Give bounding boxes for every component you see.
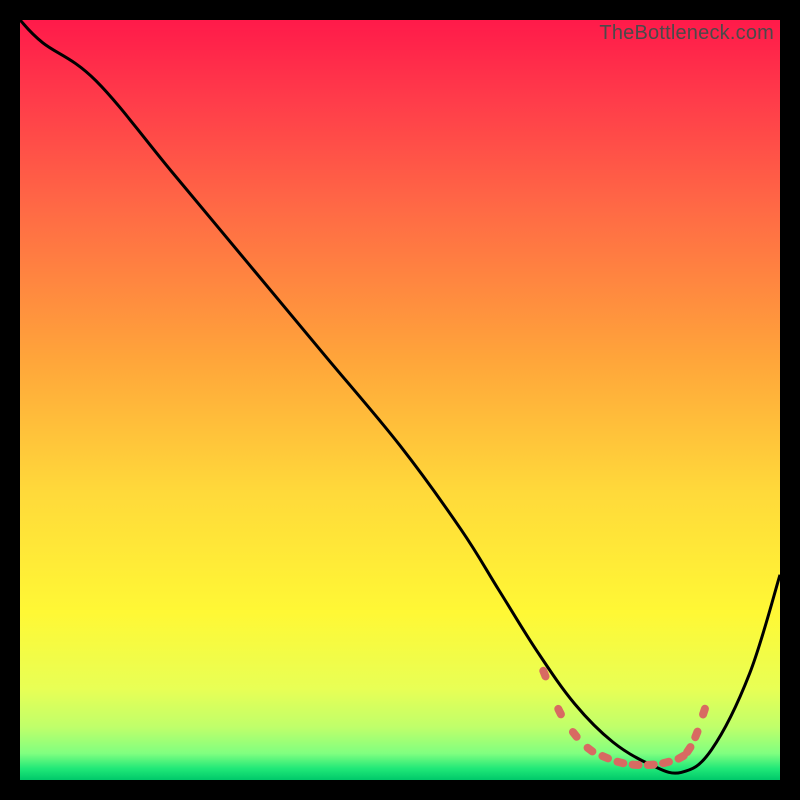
optimal-dot <box>628 760 643 769</box>
bottleneck-chart <box>20 20 780 780</box>
optimal-dot <box>644 760 659 769</box>
chart-frame: TheBottleneck.com <box>20 20 780 780</box>
watermark-text: TheBottleneck.com <box>599 22 774 45</box>
chart-background <box>20 20 780 780</box>
